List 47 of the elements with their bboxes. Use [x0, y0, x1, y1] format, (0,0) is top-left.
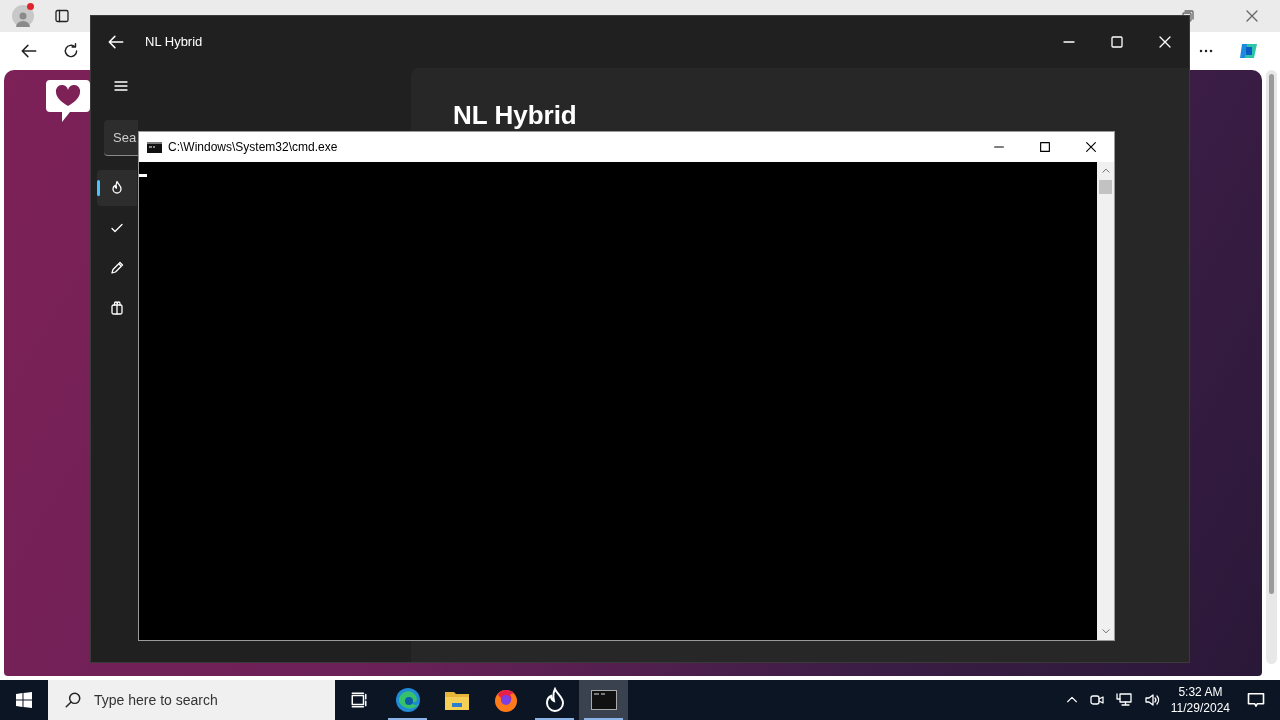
maximize-icon[interactable] [1038, 140, 1052, 154]
notification-icon[interactable] [1246, 690, 1266, 710]
refresh-icon[interactable] [62, 42, 80, 60]
search-icon [64, 691, 82, 709]
firefox-icon [492, 687, 519, 713]
taskbar-app-button[interactable] [579, 680, 628, 720]
scrollbar[interactable] [1266, 70, 1277, 664]
folder-icon [443, 689, 470, 711]
scrollbar[interactable] [1097, 162, 1114, 640]
camera-icon[interactable] [1088, 692, 1105, 708]
scroll-thumb[interactable] [1099, 180, 1112, 194]
tab-actions-icon[interactable] [54, 8, 70, 24]
person-icon [15, 11, 31, 27]
selection-indicator [97, 180, 100, 196]
search-field[interactable]: Sea [104, 120, 138, 156]
running-indicator [535, 718, 574, 720]
back-arrow-icon[interactable] [20, 42, 38, 60]
window-title: NL Hybrid [145, 33, 203, 52]
maximize-icon[interactable] [1109, 34, 1125, 50]
scroll-up-icon[interactable] [1100, 166, 1111, 176]
windows-logo-icon [16, 692, 32, 708]
close-icon[interactable] [1084, 140, 1098, 154]
text-cursor [139, 174, 147, 177]
nav-item[interactable] [97, 170, 137, 206]
restore-icon[interactable] [1180, 8, 1196, 24]
page-heading: NL Hybrid [453, 101, 578, 129]
close-icon[interactable] [1157, 34, 1173, 50]
running-indicator [388, 718, 427, 720]
edge-icon [394, 687, 421, 713]
task-view-icon [350, 691, 368, 709]
scroll-down-icon[interactable] [1100, 626, 1111, 636]
network-icon[interactable] [1114, 692, 1133, 708]
gift-icon [109, 300, 125, 316]
menu-icon[interactable] [113, 78, 129, 94]
pen-icon [109, 260, 125, 276]
terminal-icon [590, 690, 617, 710]
window-title: C:\Windows\System32\cmd.exe [168, 139, 338, 156]
terminal-icon [147, 141, 162, 153]
volume-icon[interactable] [1142, 692, 1161, 708]
back-arrow-icon[interactable] [107, 33, 125, 51]
running-indicator [584, 718, 623, 720]
flame-icon [109, 180, 125, 196]
search-field[interactable]: Type here to search [48, 680, 335, 720]
flame-icon [543, 687, 566, 713]
clock-time: 5:32 AM [1178, 684, 1223, 700]
clock-date: 11/29/2024 [1170, 700, 1230, 716]
profile-button[interactable] [12, 5, 34, 27]
